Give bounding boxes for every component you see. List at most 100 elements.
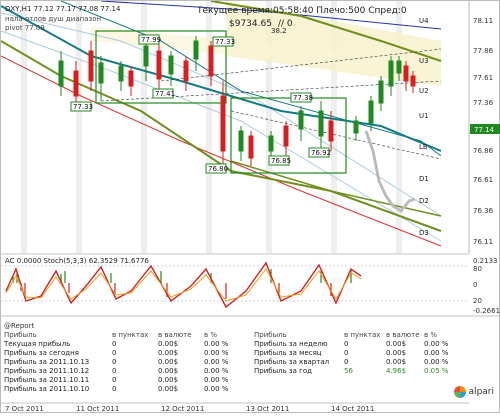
time-axis: 7 Oct 2011 11 Oct 2011 12 Oct 2011 13 Oc…: [1, 402, 469, 413]
time-spread-label: Текущее время:05:58:40 Плечо:500 Спред:0: [196, 6, 407, 16]
report-value: 0.00$: [158, 385, 179, 393]
left-percent: в % 0.00 % 0.00 % 0.00 % 0.00 % 0.00 % 0…: [204, 331, 240, 394]
report-value: 0.00 %: [424, 340, 449, 348]
report-value: 0.00 %: [204, 367, 229, 375]
report-header: в валюте: [158, 331, 192, 339]
report-label: Прибыль за квартал: [254, 358, 330, 366]
time-tick: 12 Oct 2011: [161, 405, 204, 413]
price-tick: 78.11: [473, 17, 493, 25]
level-u1: U1: [419, 112, 429, 120]
report-value: 0: [344, 349, 349, 357]
price-tick: 76.36: [473, 207, 494, 215]
indicator-label: AC 0.0000 Stoch(5,3,3) 62.3529 71.6776: [5, 257, 149, 265]
indicator-tick: 0.2133: [473, 257, 498, 265]
level-u3: U3: [419, 57, 429, 65]
current-price-tag: 77.14: [474, 126, 495, 134]
report-value: 56: [344, 367, 353, 375]
price-axis: 78.11 77.86 77.61 77.36 76.86 76.61 76.3…: [468, 1, 500, 253]
indicator-tick: 80: [473, 265, 482, 273]
pivot-label: pivot 77.09: [5, 24, 45, 32]
price-tick: 76.11: [473, 238, 493, 246]
box-label: 77.38: [293, 94, 313, 102]
report-value: 4.96$: [386, 367, 407, 375]
report-value: 0.00$: [158, 367, 179, 375]
report-value: 0: [112, 376, 117, 384]
report-value: 0.05 %: [424, 367, 449, 375]
brand-logo: alpari: [453, 386, 494, 398]
price-tick: 76.86: [473, 147, 494, 155]
alpari-logo-icon: [453, 386, 466, 398]
left-labels: Прибыль Текущая прибыль Прибыль за сегод…: [4, 331, 104, 394]
report-header: в пунктах: [112, 331, 149, 339]
level-lb: LB: [419, 143, 428, 151]
overlay-label: нала отлов душ диапазон: [5, 15, 101, 23]
report-value: 0.00 %: [424, 349, 449, 357]
left-points: в пунктах 0 0 0 0 0 0: [112, 331, 152, 394]
report-value: 0.00 %: [204, 376, 229, 384]
report-value: 0.00 %: [204, 385, 229, 393]
price-tick: 77.86: [473, 47, 494, 55]
right-points: в пунктах 0 0 0 56: [344, 331, 384, 376]
box-label: 77.41: [155, 90, 175, 98]
report-value: 0.00$: [158, 349, 179, 357]
report-header: в %: [204, 331, 218, 339]
report-header: в %: [424, 331, 438, 339]
indicator-window[interactable]: AC 0.0000 Stoch(5,3,3) 62.3529 71.6776 0…: [1, 253, 500, 317]
box-label: 76.92: [311, 149, 331, 157]
report-header: Прибыль: [4, 331, 37, 339]
report-value: 0.00 %: [204, 349, 229, 357]
indicator-tick: 0: [473, 281, 477, 289]
box-label: 77.99: [141, 36, 161, 44]
report-value: 0: [112, 340, 117, 348]
time-tick: 14 Oct 2011: [331, 405, 374, 413]
price-tick: 77.61: [473, 74, 493, 82]
time-tick: 11 Oct 2011: [76, 405, 119, 413]
report-header: Прибыль: [254, 331, 287, 339]
indicator-tick: -0.2661: [473, 307, 500, 315]
report-label: Прибыль за год: [254, 367, 312, 375]
report-value: 0: [344, 340, 349, 348]
price-tick: 77.36: [473, 99, 494, 107]
report-header: в пунктах: [344, 331, 381, 339]
report-label: Прибыль за месяц: [254, 349, 322, 357]
report-value: 0: [112, 385, 117, 393]
level-u4: U4: [419, 17, 429, 25]
indicator-tick: 20: [473, 297, 482, 305]
report-label: Прибыль за 2011.10.11: [4, 376, 90, 384]
report-value: 0.00$: [386, 340, 407, 348]
level-d1: D1: [419, 175, 429, 183]
report-value: 0.00$: [386, 349, 407, 357]
box-label: 76.80: [208, 165, 228, 173]
report-label: Прибыль за сегодня: [4, 349, 79, 357]
report-value: 0: [344, 358, 349, 366]
report-label: Текущая прибыль: [4, 340, 71, 348]
report-value: 0.00 %: [204, 358, 229, 366]
price-tick: 76.61: [473, 176, 493, 184]
right-percent: в % 0.00 % 0.00 % 0.00 % 0.05 %: [424, 331, 458, 376]
box-label: 77.33: [73, 103, 93, 111]
report-value: 0.00 %: [424, 358, 449, 366]
report-label: Прибыль за 2011.10.10: [4, 385, 90, 393]
brand-name: alpari: [468, 387, 494, 397]
box-label: 76.85: [271, 157, 291, 165]
report-value: 0.00$: [158, 376, 179, 384]
report-value: 0: [112, 358, 117, 366]
left-currency: в валюте 0.00$ 0.00$ 0.00$ 0.00$ 0.00$ 0…: [158, 331, 198, 394]
report-value: 0.00$: [158, 340, 179, 348]
report-title: @Report: [4, 322, 35, 330]
level-d2: D2: [419, 197, 429, 205]
level-d3: D3: [419, 229, 429, 237]
level-u2: U2: [419, 87, 429, 95]
report-label: Прибыль за 2011.10.12: [4, 367, 90, 375]
report-value: 0: [112, 349, 117, 357]
box-label: 77.33: [215, 38, 235, 46]
report-header: в валюте: [386, 331, 420, 339]
symbol-line: DXY,H1 77.12 77.17 77.08 77.14: [5, 5, 121, 13]
report-value: 0.00$: [158, 358, 179, 366]
report-value: 0.00$: [386, 358, 407, 366]
time-tick: 13 Oct 2011: [246, 405, 289, 413]
right-labels: Прибыль Прибыль за неделю Прибыль за мес…: [254, 331, 342, 376]
report-value: 0: [112, 367, 117, 375]
report-label: Прибыль за 2011.10.13: [4, 358, 90, 366]
report-label: Прибыль за неделю: [254, 340, 328, 348]
